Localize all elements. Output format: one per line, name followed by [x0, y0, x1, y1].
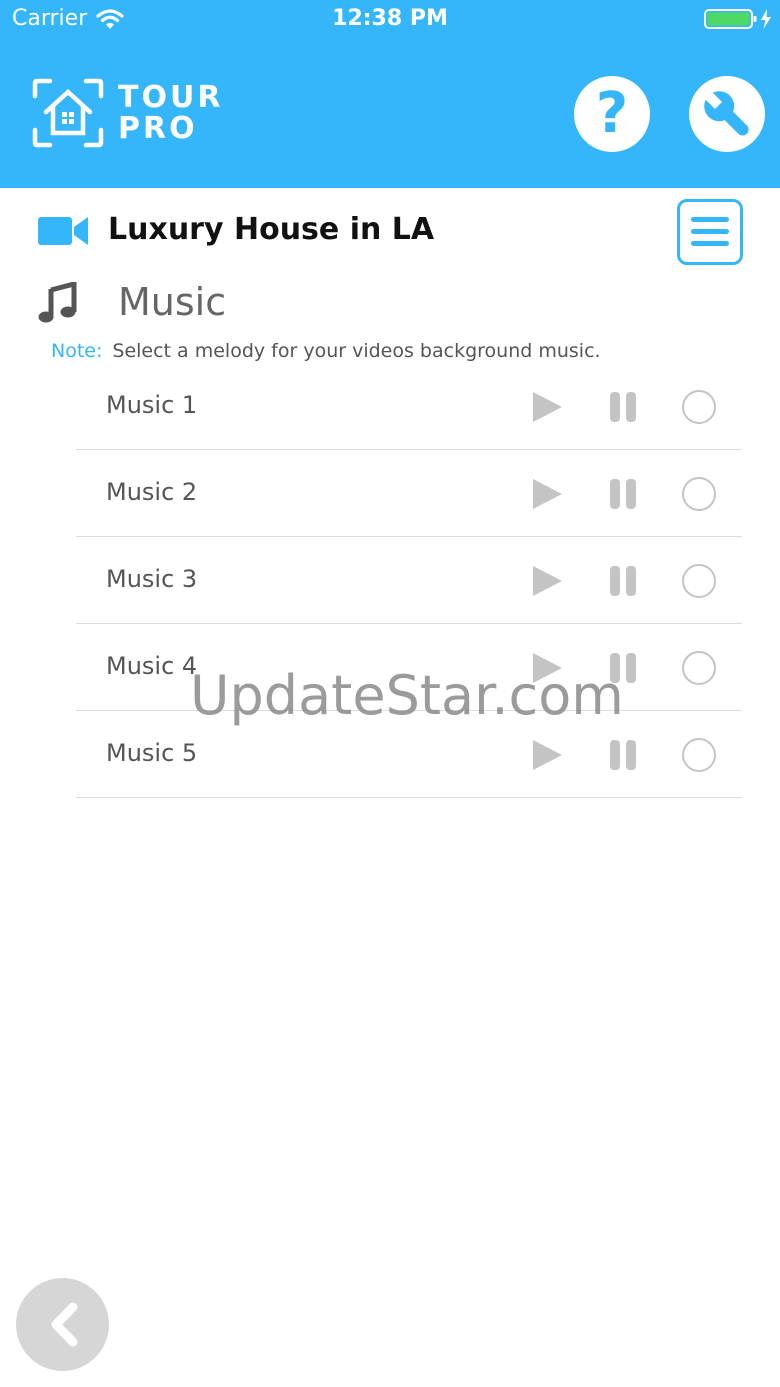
- radio-icon[interactable]: [682, 477, 716, 511]
- music-name: Music 4: [106, 652, 198, 680]
- app-logo-wordmark: TOUR PRO: [118, 82, 223, 144]
- list-item[interactable]: Music 1: [76, 363, 742, 450]
- pause-icon[interactable]: [608, 478, 638, 510]
- music-note-icon: [38, 282, 77, 323]
- section-title: Music: [118, 280, 227, 324]
- music-list: Music 1 Music 2 Music 3 Music 4 Music 5: [76, 363, 742, 798]
- status-time: 12:38 PM: [332, 6, 448, 31]
- play-icon[interactable]: [530, 478, 564, 510]
- play-icon[interactable]: [530, 565, 564, 597]
- note-row: Note: Select a melody for your videos bac…: [51, 340, 601, 362]
- pause-icon[interactable]: [608, 391, 638, 423]
- radio-icon[interactable]: [682, 564, 716, 598]
- note-text: Select a melody for your videos backgrou…: [112, 340, 601, 362]
- watermark: UpdateStar.com: [190, 664, 624, 727]
- hamburger-menu-bar: [691, 241, 729, 246]
- wrench-icon: [702, 89, 749, 136]
- music-selection-screen: Carrier 12:38 PM TOUR PRO ? Luxury House…: [0, 0, 780, 1387]
- logo-line-1: TOUR: [118, 80, 224, 115]
- music-name: Music 1: [106, 391, 198, 419]
- pause-icon[interactable]: [608, 565, 638, 597]
- menu-button[interactable]: [677, 199, 743, 265]
- battery-charging-icon: [704, 9, 771, 29]
- note-label: Note:: [51, 340, 103, 362]
- hamburger-menu-icon: [691, 217, 729, 222]
- music-name: Music 2: [106, 478, 198, 506]
- back-button[interactable]: [16, 1278, 109, 1371]
- house-frame-icon: [32, 78, 104, 148]
- play-icon[interactable]: [530, 739, 564, 771]
- radio-icon[interactable]: [682, 651, 716, 685]
- music-name: Music 3: [106, 565, 198, 593]
- hamburger-menu-bar: [691, 229, 729, 234]
- play-icon[interactable]: [530, 391, 564, 423]
- help-icon: ?: [595, 81, 629, 146]
- help-button[interactable]: ?: [574, 76, 650, 152]
- logo-line-2: PRO: [118, 111, 198, 146]
- list-item[interactable]: Music 3: [76, 537, 742, 624]
- project-title: Luxury House in LA: [108, 212, 435, 247]
- music-name: Music 5: [106, 739, 198, 767]
- settings-button[interactable]: [689, 76, 765, 152]
- video-camera-icon: [38, 217, 88, 245]
- pause-icon[interactable]: [608, 739, 638, 771]
- chevron-left-icon: [51, 1302, 78, 1347]
- app-header: Carrier 12:38 PM TOUR PRO ?: [0, 0, 780, 188]
- list-item[interactable]: Music 2: [76, 450, 742, 537]
- radio-icon[interactable]: [682, 390, 716, 424]
- radio-icon[interactable]: [682, 738, 716, 772]
